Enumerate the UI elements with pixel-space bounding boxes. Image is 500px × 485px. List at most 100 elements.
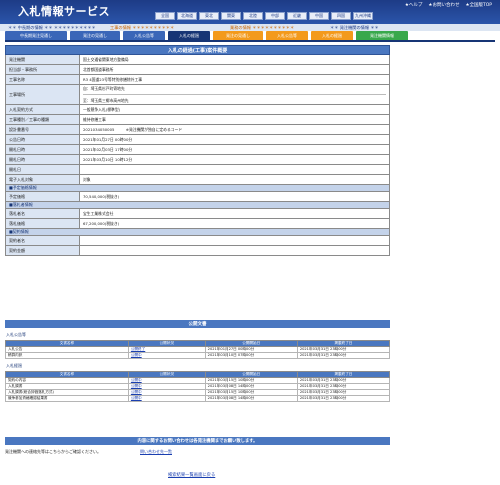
detail-row: 入札契約方式 一般競争入札(標準型) (5, 105, 390, 115)
region-button[interactable]: 中国 (309, 12, 329, 20)
top-link[interactable]: ★全国版TOP (465, 2, 492, 8)
back-to-results-link[interactable]: 検索結果一覧画面に戻る (168, 472, 215, 478)
detail-row: 予定価格 70,540,000(税抜き) (5, 192, 390, 202)
region-button[interactable]: 近畿 (287, 12, 307, 20)
detail-value-line: 自：埼玉県杉戸町寄地先 (83, 84, 386, 95)
detail-value: 自：埼玉県杉戸町寄地先至：埼玉県三郷市高州地先 (80, 85, 389, 104)
detail-label: 落札価格 (6, 219, 80, 228)
header-bar: 入札情報サービス ★ヘルプ ★お問い合わせ ★全国版TOP 全国 北海道 東北 … (0, 0, 500, 24)
detail-value: 2021034050005 ※発注機関が独自に定めるコード (80, 125, 389, 134)
detail-value-line: 2021年03月10日 10時12分 (83, 156, 133, 162)
table-cell: 2021年03月10日 07時00分 (204, 352, 298, 359)
tab-bar: 中長期発注見通し 発注の見通し 入札公告等 入札の経過 発注の見通し 入札公告等 入札の経過… (5, 31, 495, 40)
tab-5[interactable]: 入札公告等 (266, 31, 308, 40)
detail-value (80, 165, 389, 174)
announce-section-label: 入札公告等 (6, 332, 26, 337)
region-nav: 全国 北海道 東北 関東 北陸 中部 近畿 中国 四国 九州沖縄 (155, 12, 373, 20)
region-button[interactable]: 中部 (265, 12, 285, 20)
announce-table: 文書名称 公開状況 公開開始日 掲載終了日 入札公告 公開終了 2021年01月27日 00… (5, 340, 391, 359)
detail-row: 設計書番号 2021034050005 ※発注機関が独自に定めるコード (5, 125, 390, 135)
table-cell: 2021年03月08日 14時00分 (204, 395, 298, 402)
detail-label: 工事種別／工事の種類 (6, 115, 80, 124)
table-row: 積算内訳 公開中 2021年03月10日 07時00分 2021年03月31日 23時… (5, 352, 391, 359)
detail-label: 電子入札対象 (6, 175, 80, 184)
detail-row: 工事場所 自：埼玉県杉戸町寄地先至：埼玉県三郷市高州地先 (5, 85, 390, 105)
table-row: 競争参加資格確認結果書 公開中 2021年03月08日 14時00分 2021年03月… (5, 395, 391, 402)
detail-row: 公告日時 2021年01月27日 00時00分 (5, 135, 390, 145)
contact-link[interactable]: ★お問い合わせ (428, 2, 459, 8)
detail-label: 担当部・事務所 (6, 65, 80, 74)
detail-row: 開札日時 2021年02月03日 17時00分 (5, 145, 390, 155)
detail-value-line: 2021034050005 ※発注機関が独自に定めるコード (83, 126, 183, 132)
detail-value-line: 70,540,000(税抜き) (83, 193, 120, 199)
tab-4[interactable]: 発注の見通し (213, 31, 263, 40)
detail-row: 契約者名 (5, 236, 390, 246)
detail-value-line: 北首都国道事務所 (83, 66, 114, 72)
detail-label: 予定価格 (6, 192, 80, 201)
status-link[interactable]: 公開中 (127, 395, 206, 402)
contact-list-link[interactable]: 問い合わせ先一覧 (140, 449, 172, 455)
case-summary-table: 入札の経過(工事)案件概要 発注機関 国土交通省関東地方整備局 担当部・事務所 北首都… (5, 45, 390, 256)
site-logo[interactable]: 入札情報サービス (18, 3, 110, 19)
tab-2[interactable]: 入札公告等 (123, 31, 165, 40)
detail-row: 落札者名 宝生工業株式会社 (5, 209, 390, 219)
detail-value-line: 一般競争入札(標準型) (83, 106, 121, 112)
detail-value: 67,200,000(税抜き) (80, 219, 389, 228)
tab-1[interactable]: 発注の見通し (70, 31, 120, 40)
contact-heading: 内容に関するお問い合わせは各発注機関までお願い致します。 (5, 437, 390, 445)
detail-value: 2021年03月10日 10時12分 (80, 155, 389, 164)
group-header-winner: ■落札者情報 (5, 202, 390, 209)
detail-label: 契約金額 (6, 246, 80, 255)
detail-value (80, 236, 389, 245)
region-button[interactable]: 北陸 (243, 12, 263, 20)
region-button[interactable]: 九州沖縄 (353, 12, 373, 20)
detail-row: 工事種別／工事の種類 維持修繕工事 (5, 115, 390, 125)
detail-label: 開札日 (6, 165, 80, 174)
region-button[interactable]: 四国 (331, 12, 351, 20)
help-link[interactable]: ★ヘルプ (405, 2, 423, 8)
tab-3[interactable]: 入札の経過 (168, 31, 210, 40)
region-button[interactable]: 東北 (199, 12, 219, 20)
detail-value: 国土交通省関東地方整備局 (80, 55, 389, 64)
detail-value: 維持修繕工事 (80, 115, 389, 124)
detail-value-line: 67,200,000(税抜き) (83, 220, 120, 226)
detail-label: 工事名称 (6, 75, 80, 84)
detail-label: 落札者名 (6, 209, 80, 218)
detail-value-line: R3 4国道23号等特別修繕除外工事 (83, 76, 143, 82)
documents-heading: 公開文書 (5, 320, 390, 328)
detail-value-line: 国土交通省関東地方整備局 (83, 56, 129, 62)
result-section-label: 入札経過 (6, 363, 22, 368)
table-cell: 積算内訳 (5, 352, 129, 359)
tab-0[interactable]: 中長期発注見通し (5, 31, 67, 40)
detail-value-line: 2021年01月27日 00時00分 (83, 136, 133, 142)
detail-value: 北首都国道事務所 (80, 65, 389, 74)
detail-label: 契約者名 (6, 236, 80, 245)
result-table: 文書名称 公開状況 公開開始日 掲載終了日 契約の内容 公開中 2021年03月15日 10… (5, 371, 391, 402)
detail-value: 一般競争入札(標準型) (80, 105, 389, 114)
detail-label: 入札契約方式 (6, 105, 80, 114)
region-button[interactable]: 北海道 (177, 12, 197, 20)
group-header-estimate: ■予定価格情報 (5, 185, 390, 192)
tab-7[interactable]: 発注機関情報 (356, 31, 408, 40)
tab-6[interactable]: 入札の経過 (311, 31, 353, 40)
detail-row: 電子入札対象 対象 (5, 175, 390, 185)
detail-value (80, 246, 389, 255)
detail-row: 契約金額 (5, 246, 390, 256)
region-button[interactable]: 関東 (221, 12, 241, 20)
status-link[interactable]: 公開中 (127, 352, 206, 359)
tab-underline (5, 40, 495, 42)
detail-value: 70,540,000(税抜き) (80, 192, 389, 201)
table-cell: 2021年03月31日 23時00分 (296, 352, 391, 359)
detail-row: 落札価格 67,200,000(税抜き) (5, 219, 390, 229)
detail-label: 設計書番号 (6, 125, 80, 134)
detail-value-line: 至：埼玉県三郷市高州地先 (83, 97, 129, 103)
detail-value: 2021年02月03日 17時00分 (80, 145, 389, 154)
region-button[interactable]: 全国 (155, 12, 175, 20)
detail-label: 工事場所 (6, 85, 80, 104)
detail-value-line: 宝生工業株式会社 (83, 210, 114, 216)
detail-label: 開札日時 (6, 155, 80, 164)
contact-text: 発注機関への連絡先等はこちらからご確認ください。 (5, 449, 101, 454)
detail-label: 開札日時 (6, 145, 80, 154)
table-cell: 競争参加資格確認結果書 (5, 395, 129, 402)
detail-value-line: 2021年02月03日 17時00分 (83, 146, 133, 152)
